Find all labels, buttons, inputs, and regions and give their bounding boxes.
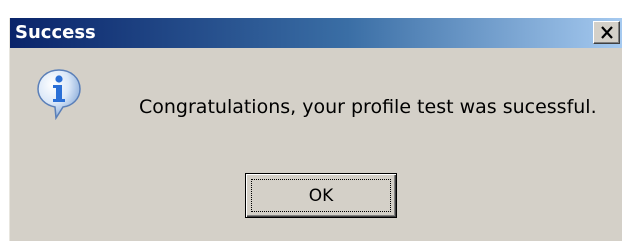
close-icon: [600, 26, 613, 39]
title-bar[interactable]: Success: [10, 18, 622, 48]
success-dialog: Success Congratulations, your profile te…: [9, 18, 622, 241]
dialog-title: Success: [15, 22, 96, 43]
ok-button-label: OK: [308, 185, 334, 206]
close-button[interactable]: [593, 21, 620, 44]
information-icon: [37, 69, 81, 120]
dialog-message: Congratulations, your profile test was s…: [139, 96, 597, 118]
ok-button[interactable]: OK: [245, 173, 397, 218]
